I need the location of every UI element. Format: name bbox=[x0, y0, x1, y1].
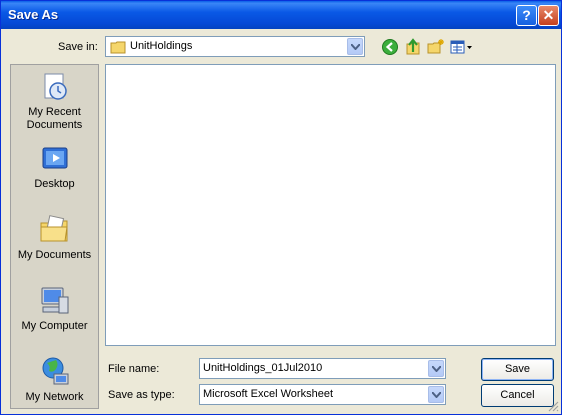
save-in-label: Save in: bbox=[58, 41, 98, 53]
folder-icon bbox=[110, 41, 126, 54]
close-button[interactable]: ✕ bbox=[538, 5, 559, 26]
my-documents-icon bbox=[40, 215, 68, 242]
back-icon[interactable] bbox=[381, 38, 399, 56]
views-menu-icon[interactable] bbox=[450, 38, 474, 56]
place-label: My Documents bbox=[17, 249, 92, 261]
title-bar[interactable]: Save As ? ✕ bbox=[1, 1, 561, 29]
file-name-label: File name: bbox=[108, 363, 160, 375]
save-as-dialog: Save As ? ✕ Save in: UnitHoldings My Rec… bbox=[0, 0, 562, 415]
save-as-type-dropdown[interactable]: Microsoft Excel Worksheet bbox=[199, 384, 446, 405]
chevron-down-icon[interactable] bbox=[347, 38, 363, 55]
file-name-field[interactable]: UnitHoldings_01Jul2010 bbox=[199, 358, 446, 379]
my-computer-icon bbox=[41, 287, 69, 314]
desktop-icon bbox=[42, 147, 68, 169]
place-label: Desktop bbox=[34, 178, 75, 190]
place-label: My Network bbox=[25, 391, 84, 403]
close-icon: ✕ bbox=[542, 7, 555, 23]
help-icon: ? bbox=[522, 7, 531, 23]
save-in-dropdown[interactable]: UnitHoldings bbox=[105, 36, 365, 57]
place-label: My Recent bbox=[28, 106, 81, 118]
save-as-type-value: Microsoft Excel Worksheet bbox=[203, 388, 334, 400]
save-in-value: UnitHoldings bbox=[130, 40, 193, 52]
cancel-button[interactable]: Cancel bbox=[481, 384, 554, 407]
place-label: My Computer bbox=[21, 320, 88, 332]
places-bar: My Recent Documents Desktop My Documents bbox=[10, 64, 99, 409]
chevron-down-icon[interactable] bbox=[428, 360, 444, 377]
help-button[interactable]: ? bbox=[516, 5, 537, 26]
recent-documents-icon bbox=[44, 73, 67, 100]
resize-grip-icon[interactable] bbox=[547, 400, 559, 412]
place-label: Documents bbox=[26, 119, 83, 131]
new-folder-icon[interactable] bbox=[427, 38, 445, 56]
save-as-type-label: Save as type: bbox=[108, 389, 175, 401]
dialog-title: Save As bbox=[8, 7, 59, 22]
up-folder-icon[interactable] bbox=[404, 38, 422, 56]
save-button[interactable]: Save bbox=[481, 358, 554, 381]
file-name-value: UnitHoldings_01Jul2010 bbox=[203, 362, 323, 374]
my-network-icon bbox=[42, 357, 69, 385]
chevron-down-icon[interactable] bbox=[428, 386, 444, 403]
file-list[interactable] bbox=[105, 64, 556, 346]
